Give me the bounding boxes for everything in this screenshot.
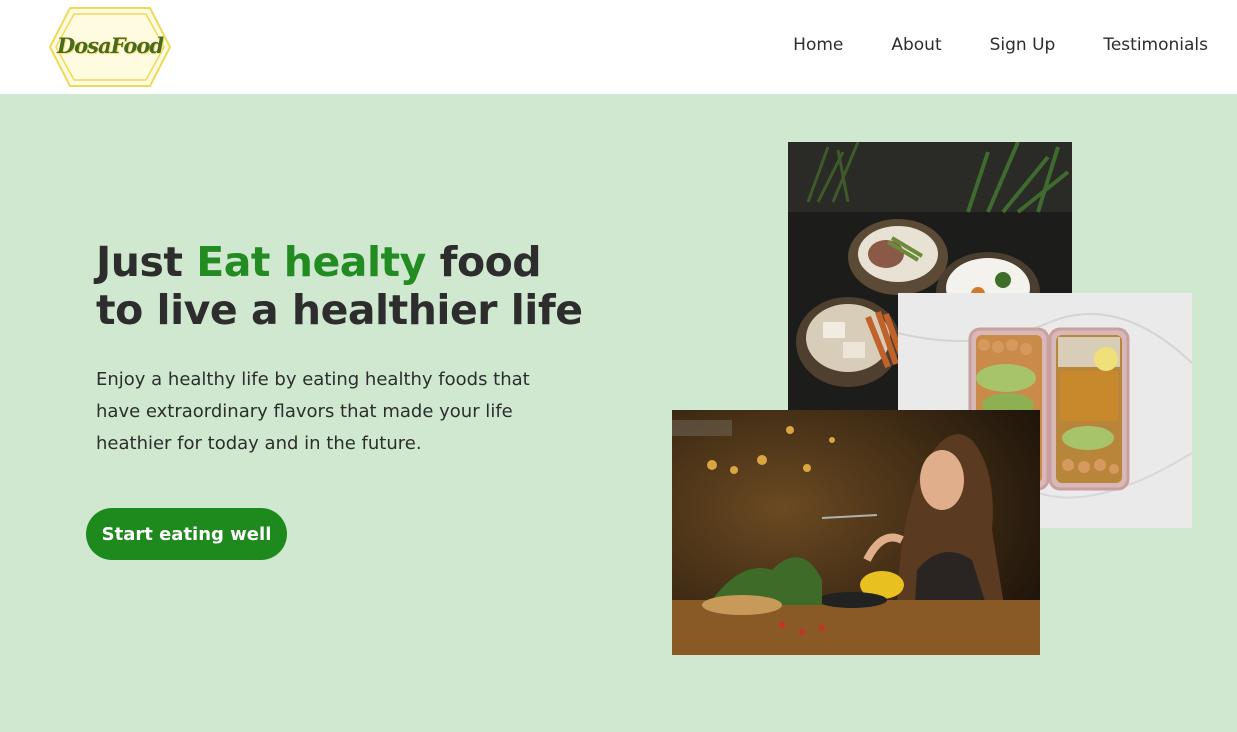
site-header: DosaFood Home About Sign Up Testimonials (0, 0, 1237, 94)
nav-about[interactable]: About (891, 35, 941, 55)
nav-sign-up[interactable]: Sign Up (990, 35, 1056, 55)
hero-description: Enjoy a healthy life by eating healthy f… (96, 369, 530, 454)
main-nav: Home About Sign Up Testimonials (793, 35, 1208, 55)
nav-home[interactable]: Home (793, 35, 843, 55)
headline-highlight: Eat healty (196, 238, 426, 286)
dosafood-logo[interactable]: DosaFood (48, 6, 172, 88)
hero-headline: Just Eat healty food to live a healthier… (96, 238, 583, 334)
nav-testimonials[interactable]: Testimonials (1103, 35, 1208, 55)
headline-line2: to live a healthier life (96, 286, 583, 334)
headline-mid: food (425, 238, 542, 286)
start-eating-well-button[interactable]: Start eating well (86, 508, 287, 560)
woman-eating-photo (672, 410, 1040, 655)
hero-section: Just Eat healty food to live a healthier… (0, 94, 1237, 732)
headline-pre: Just (96, 238, 197, 286)
logo-text: DosaFood (56, 33, 164, 58)
